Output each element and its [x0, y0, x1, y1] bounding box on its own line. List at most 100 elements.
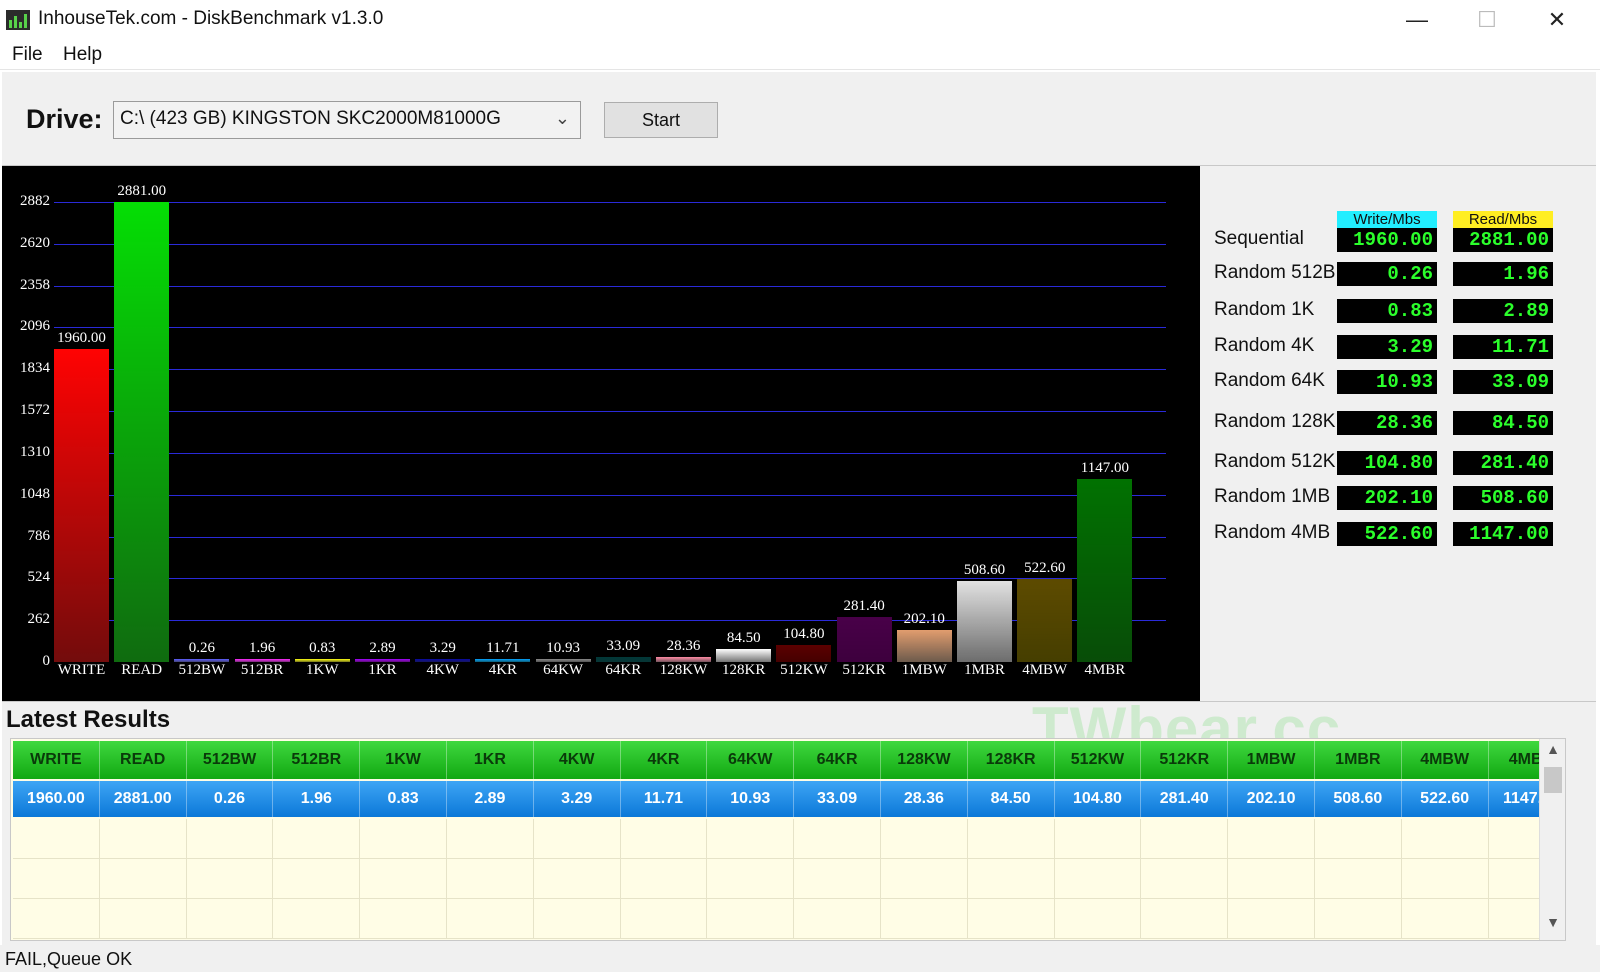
grid-empty-cell	[1314, 819, 1402, 859]
x-category-label: 4KR	[488, 662, 518, 678]
x-category-label: 512KR	[842, 662, 886, 678]
grid-column-header[interactable]: 4KW	[534, 741, 621, 779]
y-tick-label: 786	[27, 527, 51, 544]
grid-column-header[interactable]: 1MBW	[1228, 741, 1315, 779]
grid-cell: 104.80	[1055, 781, 1142, 817]
grid-cell: 2881.00	[100, 781, 187, 817]
y-tick-label: 262	[27, 611, 51, 628]
chart-gridline	[54, 452, 1166, 454]
app-bars-icon	[6, 10, 30, 30]
x-category-label: 4MBW	[1022, 662, 1068, 678]
y-tick-label: 1834	[20, 360, 50, 377]
grid-column-header[interactable]: 1KR	[447, 741, 534, 779]
menu-file[interactable]: File	[12, 44, 43, 66]
y-tick-label: 2358	[20, 276, 50, 293]
bar-value-label: 202.10	[903, 610, 945, 627]
scroll-thumb[interactable]	[1544, 767, 1562, 793]
grid-column-header[interactable]: 1MBR	[1315, 741, 1402, 779]
result-row-label: Sequential	[1214, 228, 1304, 249]
grid-empty-cell	[186, 819, 274, 859]
minimize-button[interactable]: —	[1382, 0, 1452, 40]
results-panel: Write/Mbs Read/Mbs Sequential 1960.00 2881…	[1200, 166, 1596, 701]
grid-empty-cell	[1401, 819, 1489, 859]
scroll-up-icon[interactable]: ▲	[1540, 741, 1565, 765]
grid-cell: 1.96	[273, 781, 361, 817]
result-row-label: Random 4MB	[1214, 522, 1331, 543]
x-category-label: 512KW	[780, 662, 828, 678]
result-row-label: Random 128K	[1214, 411, 1336, 432]
grid-column-header[interactable]: 1KW	[360, 741, 447, 779]
read-value: 33.09	[1453, 370, 1553, 394]
grid-scrollbar[interactable]: ▲ ▼	[1539, 739, 1565, 940]
grid-empty-cell	[794, 859, 881, 899]
grid-column-header[interactable]: 512BW	[187, 741, 274, 779]
grid-empty-cell	[620, 899, 708, 939]
grid-empty-cell	[186, 899, 274, 939]
grid-empty-cell	[880, 819, 968, 859]
grid-empty-cell	[707, 859, 795, 899]
benchmark-bar-chart: 0 262 524 786 1048 1310 1572 1834 2096 2358 2620 28…	[2, 166, 1200, 701]
grid-column-header[interactable]: 4MBW	[1402, 741, 1489, 779]
read-value: 1147.00	[1453, 522, 1553, 546]
menu-bar: File Help	[0, 40, 1600, 70]
results-grid[interactable]: WRITE READ 512BW 512BR 1KW 1KR 4KW 4KR 64KW 64KR 1…	[10, 738, 1566, 941]
grid-empty-cell	[620, 819, 708, 859]
maximize-button[interactable]: ☐	[1452, 0, 1522, 40]
y-tick-label: 524	[27, 569, 51, 586]
grid-cell: 0.83	[360, 781, 447, 817]
grid-column-header[interactable]: 128KR	[968, 741, 1055, 779]
grid-empty-cell	[1314, 859, 1402, 899]
x-category-label: 1KR	[368, 662, 397, 678]
grid-cell: 1960.00	[13, 781, 100, 817]
bar-value-label: 1960.00	[57, 330, 106, 347]
grid-column-header[interactable]: 512BR	[273, 741, 361, 779]
grid-column-header[interactable]: 512KR	[1141, 741, 1229, 779]
x-category-label: 1KW	[306, 662, 339, 678]
grid-empty-cell	[1054, 899, 1142, 939]
menu-help[interactable]: Help	[63, 44, 102, 66]
grid-cell: 202.10	[1228, 781, 1315, 817]
bar-value-label: 1147.00	[1080, 459, 1129, 476]
bar-4mbr	[1077, 478, 1133, 662]
grid-empty-cell	[1228, 899, 1315, 939]
grid-empty-cell	[13, 859, 100, 899]
grid-empty-cell	[794, 899, 881, 939]
bar-128kr	[716, 648, 772, 662]
start-button[interactable]: Start	[604, 102, 718, 138]
grid-cell: 508.60	[1315, 781, 1402, 817]
grid-empty-cell	[186, 859, 274, 899]
chart-gridline	[54, 411, 1166, 413]
grid-column-header[interactable]: 512KW	[1055, 741, 1142, 779]
status-text: FAIL,Queue OK	[5, 949, 133, 969]
x-category-label: 1MBW	[901, 662, 947, 678]
write-value: 0.26	[1337, 262, 1437, 286]
close-button[interactable]: ✕	[1522, 0, 1592, 40]
latest-results-section: Latest Results TWbear.cc WRITE READ 512BW 5…	[2, 695, 1596, 945]
grid-empty-cell	[360, 899, 447, 939]
grid-empty-cell	[533, 859, 621, 899]
grid-column-header[interactable]: 4KR	[621, 741, 708, 779]
grid-column-header[interactable]: READ	[100, 741, 187, 779]
grid-column-header[interactable]: 128KW	[881, 741, 968, 779]
read-value: 84.50	[1453, 411, 1553, 435]
bar-value-label: 104.80	[783, 626, 825, 643]
table-row[interactable]: 1960.00 2881.00 0.26 1.96 0.83 2.89 3.29 11.71 1…	[13, 781, 1565, 817]
x-category-label: 128KW	[659, 662, 708, 678]
chart-gridline	[54, 536, 1166, 538]
scroll-down-icon[interactable]: ▼	[1540, 914, 1565, 938]
write-value: 104.80	[1337, 451, 1437, 475]
latest-results-title: Latest Results	[6, 706, 171, 733]
grid-column-header[interactable]: 64KW	[707, 741, 795, 779]
drive-select[interactable]: C:\ (423 GB) KINGSTON SKC2000M81000G ⌄	[113, 101, 581, 139]
grid-column-header[interactable]: 64KR	[794, 741, 881, 779]
grid-empty-cell	[967, 859, 1055, 899]
bar-value-label: 2881.00	[117, 183, 167, 200]
grid-empty-cell	[1401, 899, 1489, 939]
drive-label: Drive:	[26, 104, 103, 134]
grid-cell: 11.71	[621, 781, 708, 817]
status-bar: FAIL,Queue OK	[0, 945, 1600, 972]
x-category-label: READ	[121, 662, 163, 678]
grid-column-header[interactable]: WRITE	[13, 741, 100, 779]
grid-empty-cell	[99, 859, 187, 899]
x-category-label: 1MBR	[964, 662, 1005, 678]
